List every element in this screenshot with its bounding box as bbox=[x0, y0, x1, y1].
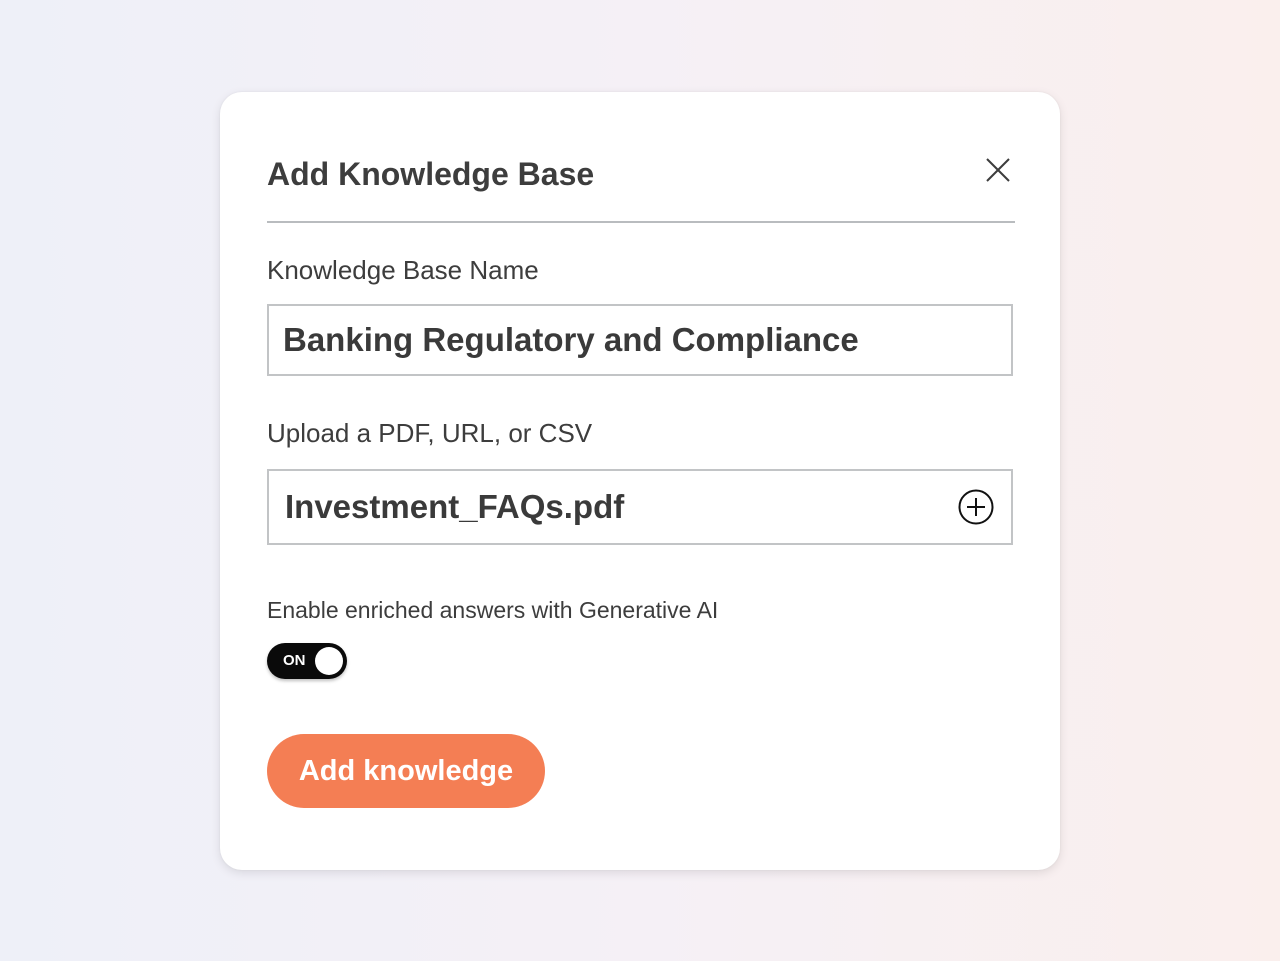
generative-ai-toggle-label: Enable enriched answers with Generative … bbox=[267, 597, 719, 623]
upload-label: Upload a PDF, URL, or CSV bbox=[267, 418, 593, 448]
uploaded-file-name: Investment_FAQs.pdf bbox=[285, 488, 625, 525]
toggle-knob bbox=[315, 647, 343, 675]
generative-ai-toggle[interactable]: ON bbox=[267, 643, 347, 679]
plus-circle-icon bbox=[958, 489, 994, 525]
title-divider bbox=[267, 221, 1015, 223]
add-knowledge-button[interactable]: Add knowledge bbox=[267, 734, 545, 808]
add-knowledge-base-dialog: Add Knowledge Base Knowledge Base Name U… bbox=[220, 92, 1060, 870]
dialog-title: Add Knowledge Base bbox=[267, 156, 595, 192]
add-file-button[interactable] bbox=[957, 488, 995, 526]
knowledge-base-name-label: Knowledge Base Name bbox=[267, 255, 539, 285]
upload-field[interactable]: Investment_FAQs.pdf bbox=[267, 469, 1013, 545]
knowledge-base-name-input[interactable] bbox=[267, 304, 1013, 376]
toggle-state-text: ON bbox=[283, 652, 306, 669]
close-icon bbox=[986, 158, 1010, 182]
close-button[interactable] bbox=[984, 156, 1012, 184]
